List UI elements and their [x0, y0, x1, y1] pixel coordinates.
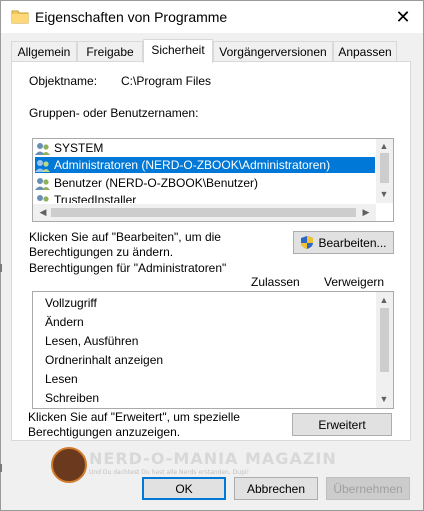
list-item-label: Benutzer (NERD-O-ZBOOK\Benutzer) — [54, 176, 259, 190]
object-name-label: Objektname: — [29, 74, 98, 88]
tab-vorgaengerversionen[interactable]: Vorgängerversionen — [213, 41, 333, 61]
scroll-thumb[interactable] — [380, 153, 389, 183]
watermark-title: NERD-O-MANIA MAGAZIN — [89, 449, 337, 468]
scroll-left-icon[interactable]: ◀ — [35, 207, 51, 218]
deny-column-header: Verweigern — [324, 275, 385, 289]
permissions-label: Berechtigungen für "Administratoren" — [29, 261, 227, 275]
close-button[interactable]: ✕ — [383, 1, 423, 33]
edit-button-label: Bearbeiten... — [318, 235, 387, 250]
advanced-button-label: Erweitert — [318, 417, 366, 432]
list-item[interactable]: SYSTEM — [35, 140, 375, 156]
tab-label: Freigabe — [86, 45, 134, 59]
permissions-vertical-scrollbar[interactable]: ▲ ▼ — [376, 292, 393, 408]
groups-label: Gruppen- oder Benutzernamen: — [29, 106, 199, 120]
permission-label: Ordnerinhalt anzeigen — [45, 353, 164, 367]
ok-button[interactable]: OK — [142, 477, 226, 500]
advanced-hint-line2: Berechtigungen anzuzeigen. — [28, 425, 181, 439]
scroll-up-icon[interactable]: ▲ — [376, 295, 392, 305]
list-item-label: SYSTEM — [54, 141, 104, 155]
cancel-button-label: Abbrechen — [246, 481, 306, 496]
tab-sicherheit[interactable]: Sicherheit — [143, 39, 213, 63]
watermark-logo-icon — [51, 447, 87, 483]
users-icon — [35, 177, 51, 191]
permission-row: Lesen, Ausführen — [45, 332, 138, 351]
watermark-tagline: Und Du dachtest Du hast alle Nerds ersta… — [89, 469, 249, 476]
permission-row: Ändern — [45, 313, 84, 332]
permission-label: Lesen — [45, 372, 78, 386]
groups-horizontal-scrollbar[interactable]: ◀ ▶ — [33, 204, 376, 221]
edit-button[interactable]: Bearbeiten... — [293, 231, 394, 254]
permission-row: Schreiben — [45, 389, 99, 408]
users-icon — [35, 194, 51, 203]
allow-column-header: Zulassen — [251, 275, 300, 289]
permission-label: Schreiben — [45, 391, 100, 405]
list-item-label: TrustedInstaller — [54, 193, 137, 203]
properties-dialog: Eigenschaften von Programme ✕ Allgemein … — [0, 0, 424, 511]
window-title: Eigenschaften von Programme — [35, 9, 228, 25]
object-name-value: C:\Program Files — [121, 74, 212, 88]
tab-label: Allgemein — [17, 45, 71, 59]
list-item[interactable]: TrustedInstaller — [35, 192, 375, 203]
edit-hint-line1: Klicken Sie auf "Bearbeiten", um die — [29, 230, 221, 244]
scroll-thumb[interactable] — [51, 208, 356, 217]
tab-label: Vorgängerversionen — [219, 45, 327, 59]
permission-label: Vollzugriff — [45, 296, 97, 310]
edit-hint-line2: Berechtigungen zu ändern. — [29, 245, 174, 259]
close-icon: ✕ — [395, 6, 411, 27]
apply-button[interactable]: Übernehmen — [326, 477, 410, 500]
tab-label: Sicherheit — [151, 43, 205, 57]
scroll-thumb[interactable] — [380, 308, 389, 372]
ok-button-label: OK — [175, 481, 193, 496]
users-icon — [35, 159, 51, 173]
apply-button-label: Übernehmen — [333, 481, 403, 496]
folder-icon — [11, 8, 29, 24]
permissions-listbox[interactable]: Vollzugriff Ändern Lesen, Ausführen Ordn… — [32, 291, 394, 409]
permission-row: Ordnerinhalt anzeigen — [45, 351, 163, 370]
users-icon — [35, 142, 51, 156]
scroll-up-icon[interactable]: ▲ — [376, 141, 392, 151]
cancel-button[interactable]: Abbrechen — [234, 477, 318, 500]
groups-listbox[interactable]: SYSTEM Administratoren (NERD-O-ZBOOK\Adm… — [32, 138, 394, 222]
list-item-selected[interactable]: Administratoren (NERD-O-ZBOOK\Administra… — [35, 157, 375, 173]
tab-anpassen[interactable]: Anpassen — [333, 41, 397, 61]
scroll-down-icon[interactable]: ▼ — [376, 394, 392, 404]
list-item[interactable]: Benutzer (NERD-O-ZBOOK\Benutzer) — [35, 175, 375, 191]
permission-label: Lesen, Ausführen — [45, 334, 139, 348]
list-item-label: Administratoren (NERD-O-ZBOOK\Administra… — [54, 158, 331, 172]
groups-vertical-scrollbar[interactable]: ▲ ▼ — [376, 139, 393, 203]
background-edge-mark — [0, 464, 2, 472]
tab-label: Anpassen — [338, 45, 392, 59]
tab-allgemein[interactable]: Allgemein — [11, 41, 77, 61]
advanced-button[interactable]: Erweitert — [292, 413, 392, 436]
permission-row: Lesen — [45, 370, 78, 389]
scroll-right-icon[interactable]: ▶ — [358, 207, 374, 218]
title-bar: Eigenschaften von Programme ✕ — [1, 1, 423, 33]
advanced-hint-line1: Klicken Sie auf "Erweitert", um speziell… — [28, 410, 240, 424]
shield-icon — [300, 235, 314, 250]
security-page: Objektname: C:\Program Files Gruppen- od… — [11, 61, 411, 441]
background-edge-mark — [0, 264, 2, 272]
permission-label: Ändern — [45, 315, 84, 329]
tab-freigabe[interactable]: Freigabe — [77, 41, 143, 61]
scroll-down-icon[interactable]: ▼ — [376, 189, 392, 199]
permission-row: Vollzugriff — [45, 294, 97, 313]
